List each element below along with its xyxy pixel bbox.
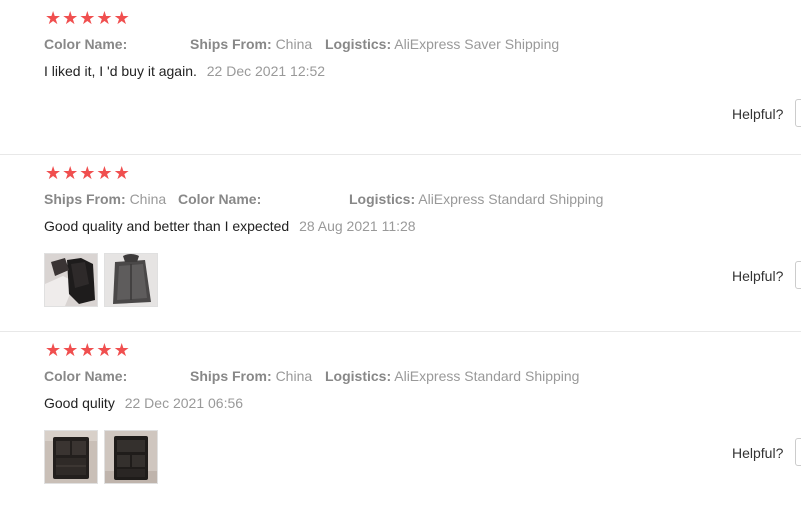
color-name-label: Color Name: [44,368,128,384]
star-icon: ★ [79,163,96,183]
ships-from-value: China [275,368,313,384]
star-icon: ★ [79,8,96,28]
helpful-label: Helpful? [732,268,784,284]
star-icon: ★ [96,163,113,183]
review-item: ★ ★ ★ ★ ★ Color Name: Ships From: China … [0,332,801,505]
review-photos [44,430,158,484]
color-name-field: Color Name: [44,36,190,53]
organizer-photo-icon [45,431,97,483]
ships-from-value: China [129,191,167,207]
review-photo[interactable] [44,253,98,307]
review-text-line: Good qulity 22 Dec 2021 06:56 [44,395,243,412]
star-icon: ★ [96,8,113,28]
star-icon: ★ [45,163,62,183]
star-icon: ★ [45,340,62,360]
logistics-field: Logistics: AliExpress Saver Shipping [325,36,559,53]
review-text-line: Good quality and better than I expected … [44,218,416,235]
star-icon: ★ [113,8,130,28]
color-name-field: Color Name: [178,191,349,208]
review-text: Good qulity [44,395,115,411]
helpful-label: Helpful? [732,445,784,461]
ships-from-label: Ships From: [190,368,272,384]
review-text: I liked it, I 'd buy it again. [44,63,197,79]
review-meta: Color Name: Ships From: China Logistics:… [44,368,579,385]
star-rating: ★ ★ ★ ★ ★ [45,341,130,359]
ships-from-field: Ships From: China [190,36,325,53]
logistics-value: AliExpress Standard Shipping [418,191,604,207]
review-photos [44,253,158,307]
review-photo[interactable] [44,430,98,484]
dark-bag-photo-icon [45,254,97,306]
logistics-label: Logistics: [325,368,392,384]
review-meta: Ships From: China Color Name: Logistics:… [44,191,603,208]
logistics-label: Logistics: [325,36,392,52]
review-date: 28 Aug 2021 11:28 [299,218,416,234]
logistics-value: AliExpress Saver Shipping [394,36,560,52]
star-rating: ★ ★ ★ ★ ★ [45,164,130,182]
review-item: ★ ★ ★ ★ ★ Color Name: Ships From: China … [0,0,801,155]
review-photo[interactable] [104,430,158,484]
star-icon: ★ [45,8,62,28]
review-date: 22 Dec 2021 12:52 [206,63,326,79]
organizer-photo-icon [105,431,157,483]
star-icon: ★ [113,340,130,360]
logistics-value: AliExpress Standard Shipping [394,368,580,384]
star-icon: ★ [79,340,96,360]
star-icon: ★ [62,340,79,360]
helpful-button[interactable] [795,261,801,289]
review-item: ★ ★ ★ ★ ★ Ships From: China Color Name: … [0,155,801,332]
helpful-button[interactable] [795,99,801,127]
star-icon: ★ [62,163,79,183]
color-name-label: Color Name: [178,191,262,207]
ships-from-label: Ships From: [44,191,126,207]
star-icon: ★ [62,8,79,28]
star-rating: ★ ★ ★ ★ ★ [45,9,130,27]
logistics-label: Logistics: [349,191,416,207]
review-date: 22 Dec 2021 06:56 [124,395,244,411]
review-meta: Color Name: Ships From: China Logistics:… [44,36,559,53]
helpful-label: Helpful? [732,106,784,122]
ships-from-field: Ships From: China [44,191,178,208]
helpful-button[interactable] [795,438,801,466]
grey-bag-photo-icon [105,254,157,306]
logistics-field: Logistics: AliExpress Standard Shipping [349,191,603,208]
review-text-line: I liked it, I 'd buy it again. 22 Dec 20… [44,63,325,80]
color-name-field: Color Name: [44,368,190,385]
logistics-field: Logistics: AliExpress Standard Shipping [325,368,579,385]
ships-from-value: China [275,36,313,52]
star-icon: ★ [113,163,130,183]
review-text: Good quality and better than I expected [44,218,290,234]
color-name-label: Color Name: [44,36,128,52]
review-photo[interactable] [104,253,158,307]
star-icon: ★ [96,340,113,360]
ships-from-label: Ships From: [190,36,272,52]
ships-from-field: Ships From: China [190,368,325,385]
